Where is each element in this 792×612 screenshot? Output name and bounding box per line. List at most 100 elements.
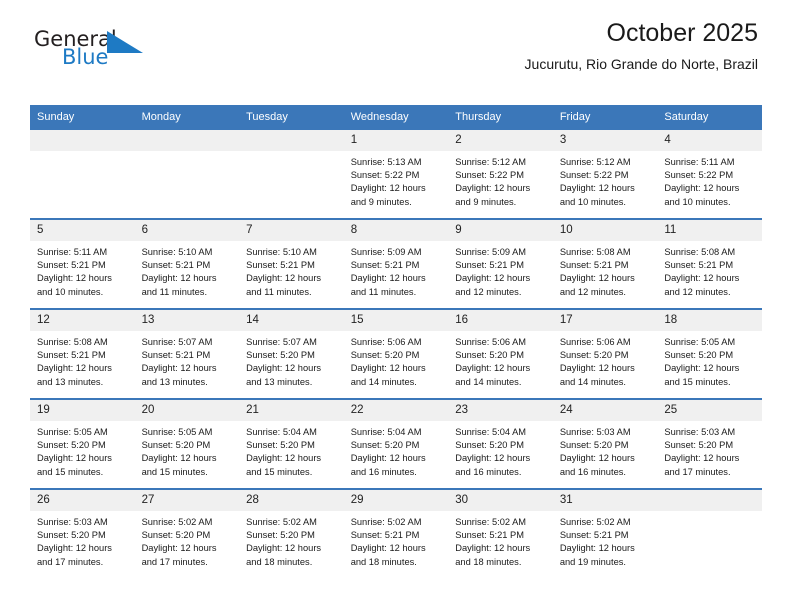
calendar-table: Sunday Monday Tuesday Wednesday Thursday… [30,105,762,578]
calendar-day-cell[interactable]: 9 Sunrise: 5:09 AM Sunset: 5:21 PM Daylight… [448,218,553,309]
sunrise-time: Sunrise: 5:10 AM [141,247,213,257]
calendar-day-cell[interactable]: 16 Sunrise: 5:06 AM Sunset: 5:20 PM Dayligh… [448,308,553,399]
daylight-duration-line1: Daylight: 12 hours [141,273,217,284]
sunset-time: Sunset: 5:22 PM [455,170,524,181]
weekday-header-sunday: Sunday [30,105,135,129]
daylight-duration-line1: Daylight: 12 hours [141,543,217,554]
calendar-day-cell[interactable]: 4 Sunrise: 5:11 AM Sunset: 5:22 PM Daylight… [657,128,762,219]
sunset-time: Sunset: 5:20 PM [141,530,211,541]
sunrise-time: Sunrise: 5:02 AM [455,517,527,527]
page-subtitle: Jucurutu, Rio Grande do Norte, Brazil [524,56,758,72]
daylight-duration-line2: and 14 minutes. [559,376,626,387]
sunrise-time: Sunrise: 5:02 AM [559,517,631,527]
calendar-day-cell[interactable]: 26 Sunrise: 5:03 AM Sunset: 5:20 PM Dayligh… [30,488,135,578]
calendar-day-cell[interactable]: 27 Sunrise: 5:02 AM Sunset: 5:20 PM Dayligh… [134,488,240,578]
day-details: Sunrise: 5:05 AM Sunset: 5:20 PM Daylight:… [30,421,135,479]
calendar-day-cell[interactable]: 19 Sunrise: 5:05 AM Sunset: 5:20 PM Dayligh… [30,398,135,489]
calendar-day-cell[interactable]: 24 Sunrise: 5:03 AM Sunset: 5:20 PM Dayligh… [552,398,658,489]
day-details: Sunrise: 5:10 AM Sunset: 5:21 PM Daylight:… [239,241,344,299]
calendar-day-cell[interactable]: 7 Sunrise: 5:10 AM Sunset: 5:21 PM Daylight… [239,218,344,309]
calendar-week-row: 5 Sunrise: 5:11 AM Sunset: 5:21 PM Daylight… [30,218,762,309]
daylight-duration-line1: Daylight: 12 hours [664,453,740,464]
daylight-duration-line2: and 18 minutes. [350,556,417,567]
sunrise-time: Sunrise: 5:08 AM [37,337,108,347]
day-number: 8 [343,220,449,241]
day-details: Sunrise: 5:11 AM Sunset: 5:22 PM Daylight:… [657,151,762,209]
sunset-time: Sunset: 5:20 PM [37,440,106,451]
sunrise-time: Sunrise: 5:03 AM [559,427,631,437]
day-details: Sunrise: 5:06 AM Sunset: 5:20 PM Daylight:… [448,331,553,389]
day-number: 7 [239,220,344,241]
day-number: 28 [239,490,344,511]
day-details: Sunrise: 5:08 AM Sunset: 5:21 PM Daylight:… [657,241,762,299]
daylight-duration-line2: and 16 minutes. [559,466,626,477]
calendar-day-cell[interactable]: 6 Sunrise: 5:10 AM Sunset: 5:21 PM Daylight… [134,218,240,309]
day-details: Sunrise: 5:07 AM Sunset: 5:20 PM Daylight:… [239,331,344,389]
daylight-duration-line2: and 13 minutes. [37,376,104,387]
day-details: Sunrise: 5:04 AM Sunset: 5:20 PM Daylight:… [344,421,449,479]
calendar-day-cell[interactable]: 15 Sunrise: 5:06 AM Sunset: 5:20 PM Dayligh… [343,308,449,399]
calendar-day-cell[interactable]: 13 Sunrise: 5:07 AM Sunset: 5:21 PM Dayligh… [134,308,240,399]
calendar-day-cell-empty [134,128,240,219]
calendar-day-cell[interactable]: 29 Sunrise: 5:02 AM Sunset: 5:21 PM Dayligh… [343,488,449,578]
daylight-duration-line1: Daylight: 12 hours [246,543,322,554]
day-details: Sunrise: 5:05 AM Sunset: 5:20 PM Daylight:… [135,421,240,479]
sunrise-time: Sunrise: 5:07 AM [246,337,317,347]
calendar-day-cell[interactable]: 5 Sunrise: 5:11 AM Sunset: 5:21 PM Daylight… [30,218,135,309]
day-number: 9 [448,220,553,241]
calendar-day-cell[interactable]: 17 Sunrise: 5:06 AM Sunset: 5:20 PM Dayligh… [552,308,658,399]
sunrise-time: Sunrise: 5:13 AM [350,157,422,167]
daylight-duration-line2: and 13 minutes. [246,376,313,387]
calendar-day-cell[interactable]: 10 Sunrise: 5:08 AM Sunset: 5:21 PM Dayligh… [552,218,658,309]
weekday-header-tuesday: Tuesday [239,105,344,129]
day-number [134,130,240,151]
daylight-duration-line2: and 10 minutes. [664,196,731,207]
weekday-header-saturday: Saturday [657,105,762,129]
calendar-day-cell[interactable]: 28 Sunrise: 5:02 AM Sunset: 5:20 PM Dayligh… [239,488,344,578]
calendar-day-cell[interactable]: 30 Sunrise: 5:02 AM Sunset: 5:21 PM Dayligh… [448,488,553,578]
sunrise-time: Sunrise: 5:02 AM [350,517,422,527]
day-number: 25 [657,400,762,421]
day-details: Sunrise: 5:03 AM Sunset: 5:20 PM Daylight:… [30,511,135,569]
calendar-day-cell[interactable]: 25 Sunrise: 5:03 AM Sunset: 5:20 PM Dayligh… [657,398,762,489]
sunset-time: Sunset: 5:20 PM [664,440,734,451]
day-number: 16 [448,310,553,331]
calendar-day-cell[interactable]: 18 Sunrise: 5:05 AM Sunset: 5:20 PM Dayligh… [657,308,762,399]
calendar-day-cell[interactable]: 2 Sunrise: 5:12 AM Sunset: 5:22 PM Daylight… [448,128,553,219]
daylight-duration-line2: and 9 minutes. [350,196,412,207]
calendar-day-cell[interactable]: 20 Sunrise: 5:05 AM Sunset: 5:20 PM Dayligh… [134,398,240,489]
sunset-time: Sunset: 5:21 PM [455,530,524,541]
calendar-day-cell[interactable]: 8 Sunrise: 5:09 AM Sunset: 5:21 PM Daylight… [343,218,449,309]
sunset-time: Sunset: 5:20 PM [350,440,420,451]
calendar-day-cell[interactable]: 31 Sunrise: 5:02 AM Sunset: 5:21 PM Dayligh… [552,488,658,578]
calendar-day-cell[interactable]: 23 Sunrise: 5:04 AM Sunset: 5:20 PM Dayligh… [448,398,553,489]
generalblue-logo[interactable]: General Blue [34,28,154,74]
daylight-duration-line1: Daylight: 12 hours [350,543,426,554]
day-details: Sunrise: 5:02 AM Sunset: 5:21 PM Daylight:… [448,511,553,569]
day-details: Sunrise: 5:09 AM Sunset: 5:21 PM Daylight:… [344,241,449,299]
sunrise-time: Sunrise: 5:12 AM [559,157,631,167]
day-details: Sunrise: 5:03 AM Sunset: 5:20 PM Daylight:… [553,421,658,479]
daylight-duration-line1: Daylight: 12 hours [350,183,426,194]
day-number: 13 [134,310,240,331]
daylight-duration-line1: Daylight: 12 hours [141,363,217,374]
day-details: Sunrise: 5:13 AM Sunset: 5:22 PM Daylight:… [344,151,449,209]
day-number: 11 [657,220,762,241]
calendar-day-cell[interactable]: 3 Sunrise: 5:12 AM Sunset: 5:22 PM Daylight… [552,128,658,219]
sunrise-time: Sunrise: 5:11 AM [37,247,108,257]
calendar-day-cell[interactable]: 22 Sunrise: 5:04 AM Sunset: 5:20 PM Dayligh… [343,398,449,489]
day-details: Sunrise: 5:11 AM Sunset: 5:21 PM Daylight:… [30,241,135,299]
page-title: October 2025 [606,19,759,47]
daylight-duration-line2: and 17 minutes. [664,466,731,477]
calendar-day-cell[interactable]: 14 Sunrise: 5:07 AM Sunset: 5:20 PM Dayligh… [239,308,344,399]
calendar-day-cell[interactable]: 11 Sunrise: 5:08 AM Sunset: 5:21 PM Dayligh… [657,218,762,309]
calendar-day-cell[interactable]: 1 Sunrise: 5:13 AM Sunset: 5:22 PM Daylight… [343,128,449,219]
sunset-time: Sunset: 5:22 PM [559,170,629,181]
calendar-day-cell[interactable]: 21 Sunrise: 5:04 AM Sunset: 5:20 PM Dayligh… [239,398,344,489]
calendar-day-cell[interactable]: 12 Sunrise: 5:08 AM Sunset: 5:21 PM Dayligh… [30,308,135,399]
daylight-duration-line1: Daylight: 12 hours [350,453,426,464]
daylight-duration-line2: and 11 minutes. [246,286,312,297]
day-number: 23 [448,400,553,421]
sunset-time: Sunset: 5:21 PM [141,350,211,361]
sunrise-time: Sunrise: 5:04 AM [246,427,317,437]
